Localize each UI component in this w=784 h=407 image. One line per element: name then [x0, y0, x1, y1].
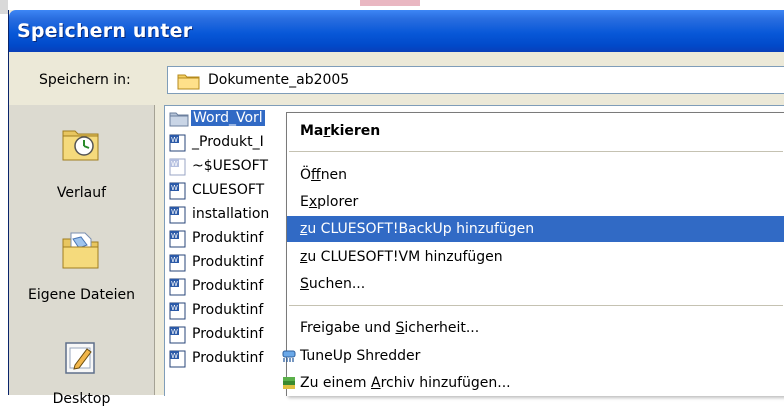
save-in-dropdown[interactable]: Dokumente_ab2005 [167, 66, 784, 94]
word-doc-icon: W [169, 230, 187, 248]
menu-item-text: plorer [317, 194, 359, 210]
menu-item-accelerator: S [300, 276, 309, 292]
word-temp-icon: W [169, 158, 187, 176]
place-history[interactable]: Verlauf [9, 123, 154, 203]
place-desktop[interactable]: Desktop [9, 337, 154, 407]
context-menu: Markieren Öffnen Explorer zu CLUESOFT!Ba… [282, 112, 784, 396]
my-documents-icon [59, 229, 103, 275]
background-window-strip [360, 0, 420, 6]
menu-separator [289, 305, 783, 306]
menu-item-accelerator: f [311, 167, 321, 183]
word-doc-icon: W [169, 206, 187, 224]
winrar-archive-icon [281, 375, 297, 395]
svg-text:W: W [171, 208, 178, 216]
word-doc-icon: W [169, 254, 187, 272]
menu-item-accelerator: A [371, 375, 381, 391]
menu-item-text: Ö [300, 167, 312, 183]
menu-item-cluesoft-backup[interactable]: zu CLUESOFT!BackUp hinzufügen [287, 216, 784, 242]
menu-item-markieren[interactable]: Markieren [287, 118, 784, 144]
svg-text:W: W [171, 352, 178, 360]
history-icon [59, 123, 103, 167]
menu-item-suchen[interactable]: Suchen... [287, 271, 784, 297]
folder-icon [177, 72, 201, 94]
menu-separator [289, 151, 783, 152]
menu-item-text: uchen... [308, 276, 366, 292]
menu-item-oeffnen[interactable]: Öffnen [287, 162, 784, 188]
word-doc-icon: W [169, 182, 187, 200]
file-name: _Produkt_I [192, 134, 264, 150]
menu-item-tuneup-shredder[interactable]: TuneUp Shredder [282, 343, 784, 369]
menu-item-cluesoft-vm[interactable]: zu CLUESOFT!VM hinzufügen [287, 244, 784, 270]
file-name: Produktinf [192, 350, 264, 366]
menu-item-text: kieren [330, 123, 381, 139]
svg-text:W: W [171, 136, 178, 144]
file-name: Produktinf [192, 254, 264, 270]
file-name: Produktinf [192, 278, 264, 294]
place-label: Eigene Dateien [27, 287, 135, 303]
title-bar[interactable]: Speichern unter [9, 10, 784, 52]
svg-text:W: W [171, 280, 178, 288]
menu-item-freigabe[interactable]: Freigabe und Sicherheit... [287, 315, 784, 341]
folder-icon [169, 110, 189, 128]
background-edge [0, 0, 8, 14]
file-name: Word_Vorl [191, 110, 265, 126]
menu-item-text: E [300, 194, 309, 210]
place-label: Verlauf [56, 185, 107, 201]
tuneup-shredder-icon [281, 348, 297, 368]
file-name: Produktinf [192, 326, 264, 342]
file-name: installation [192, 206, 270, 222]
menu-item-explorer[interactable]: Explorer [287, 189, 784, 215]
menu-item-text: u CLUESOFT!VM hinzufügen [307, 249, 503, 265]
place-label: Desktop [52, 391, 111, 407]
svg-text:W: W [171, 256, 178, 264]
word-doc-icon: W [169, 350, 187, 368]
svg-text:W: W [171, 184, 178, 192]
menu-item-text: u CLUESOFT!BackUp hinzufügen [307, 221, 535, 237]
menu-item-text: icherheit... [404, 320, 480, 336]
word-doc-icon: W [169, 134, 187, 152]
file-name: CLUESOFT [192, 182, 265, 198]
file-name: Produktinf [192, 302, 264, 318]
menu-item-text: TuneUp Shredder [300, 348, 421, 364]
word-doc-icon: W [169, 326, 187, 344]
menu-item-text: fnen [320, 167, 348, 183]
desktop-icon [61, 337, 101, 381]
save-in-value: Dokumente_ab2005 [208, 72, 350, 88]
menu-item-accelerator: x [308, 194, 318, 210]
dialog-title: Speichern unter [17, 20, 193, 42]
word-doc-icon: W [169, 278, 187, 296]
word-doc-icon: W [169, 302, 187, 320]
place-my-documents[interactable]: Eigene Dateien [9, 229, 154, 309]
places-bar: Verlauf Eigene Dateien Desktop [9, 105, 155, 407]
menu-item-text: Ma [300, 123, 324, 139]
file-name: ~$UESOFT [192, 158, 268, 174]
menu-item-text: rchiv hinzufügen... [380, 375, 511, 391]
svg-text:W: W [171, 232, 178, 240]
file-name: Produktinf [192, 230, 264, 246]
svg-text:W: W [171, 328, 178, 336]
save-in-label: Speichern in: [39, 72, 131, 88]
svg-text:W: W [171, 160, 178, 168]
svg-text:W: W [171, 304, 178, 312]
menu-item-text: Freigabe und [300, 320, 396, 336]
menu-item-archiv[interactable]: Zu einem Archiv hinzufügen... [283, 370, 784, 396]
menu-item-text: Zu einem [300, 375, 371, 391]
